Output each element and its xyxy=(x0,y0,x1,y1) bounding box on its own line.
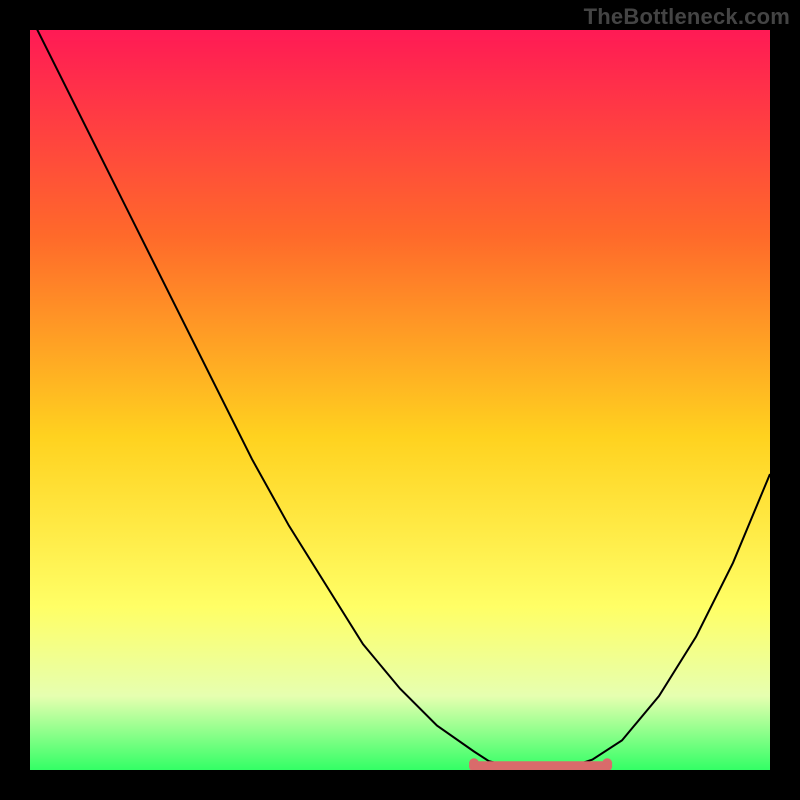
optimal-band-left-dot xyxy=(469,758,479,768)
chart-svg xyxy=(30,30,770,770)
watermark-text: TheBottleneck.com xyxy=(584,4,790,30)
plot-area xyxy=(30,30,770,770)
gradient-background xyxy=(30,30,770,770)
optimal-band-right-dot xyxy=(602,758,612,768)
chart-frame: TheBottleneck.com xyxy=(0,0,800,800)
